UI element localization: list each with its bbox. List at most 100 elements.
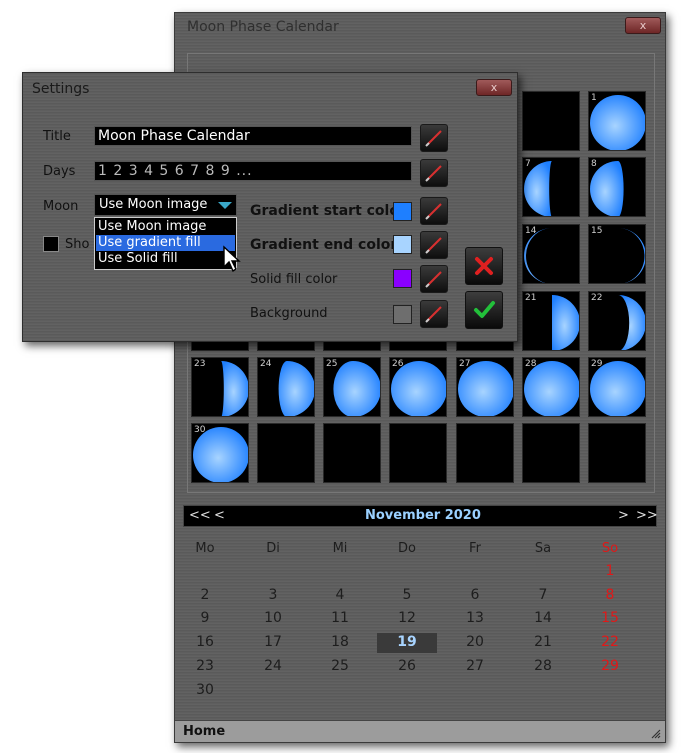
moon-day-cell[interactable] [323, 423, 381, 483]
prev-year-button[interactable]: << [189, 508, 211, 523]
moon-day-cell[interactable]: 7 [522, 157, 580, 217]
day-cell[interactable]: 18 [320, 634, 360, 650]
moon-style-select[interactable]: Use Moon image [94, 194, 237, 216]
day-cell[interactable]: 23 [185, 658, 225, 674]
day-cell[interactable]: 30 [185, 682, 225, 698]
moon-day-cell[interactable] [456, 423, 514, 483]
day-cell[interactable]: 29 [590, 658, 630, 674]
background-label: Background [250, 306, 328, 321]
moon-day-cell[interactable] [522, 91, 580, 151]
moon-day-cell[interactable] [389, 423, 447, 483]
day-cell[interactable]: 5 [387, 587, 427, 603]
gradient-end-edit-button[interactable] [420, 231, 448, 259]
next-year-button[interactable]: >> [636, 508, 658, 523]
moon-day-cell[interactable]: 26 [389, 357, 447, 417]
gradient-start-label: Gradient start color [250, 203, 406, 219]
day-cell[interactable]: 2 [185, 587, 225, 603]
moon-phase-icon [552, 295, 579, 350]
day-cell[interactable]: 9 [185, 610, 225, 626]
pen-icon [425, 271, 442, 288]
days-edit-button[interactable] [420, 159, 448, 187]
day-cell[interactable]: 4 [320, 587, 360, 603]
title-input[interactable]: Moon Phase Calendar [94, 126, 412, 146]
moon-day-cell[interactable]: 14 [522, 224, 580, 284]
day-cell[interactable]: 6 [455, 587, 495, 603]
day-cell[interactable]: 17 [253, 634, 293, 650]
option-moon-image[interactable]: Use Moon image [96, 219, 235, 235]
day-cell[interactable]: 3 [253, 587, 293, 603]
day-cell[interactable]: 21 [523, 634, 563, 650]
option-solid-fill[interactable]: Use Solid fill [96, 251, 235, 267]
moon-day-cell[interactable]: 22 [588, 291, 646, 351]
day-cell[interactable]: 7 [523, 587, 563, 603]
title-edit-button[interactable] [420, 124, 448, 152]
day-cell[interactable]: 22 [590, 634, 630, 650]
calendar-header: << < November 2020 > >> [183, 505, 658, 527]
moon-day-cell[interactable]: 1 [588, 91, 646, 151]
close-button[interactable]: x [625, 17, 661, 34]
day-cell[interactable]: 14 [523, 610, 563, 626]
day-cell[interactable]: 27 [455, 658, 495, 674]
days-input[interactable]: 1 2 3 4 5 6 7 8 9 ... [94, 161, 412, 181]
moon-day-cell[interactable]: 15 [588, 224, 646, 284]
moon-day-cell[interactable]: 8 [588, 157, 646, 217]
option-gradient-fill[interactable]: Use gradient fill [96, 235, 235, 251]
weekday-label: Mi [332, 541, 348, 556]
gradient-start-swatch[interactable] [393, 202, 412, 221]
weekday-label: Mo [195, 541, 215, 556]
day-cell[interactable]: 11 [320, 610, 360, 626]
moon-day-cell[interactable]: 27 [456, 357, 514, 417]
moon-day-cell[interactable]: 29 [588, 357, 646, 417]
day-cell[interactable]: 15 [590, 610, 630, 626]
moon-day-cell[interactable]: 23 [191, 357, 249, 417]
prev-month-button[interactable]: < [214, 508, 225, 523]
status-home-label[interactable]: Home [183, 724, 225, 739]
moon-day-cell[interactable] [588, 423, 646, 483]
next-month-button[interactable]: > [618, 508, 629, 523]
background-edit-button[interactable] [420, 300, 448, 328]
moon-day-cell[interactable]: 24 [257, 357, 315, 417]
day-cell[interactable]: 8 [590, 587, 630, 603]
resize-grip-icon[interactable] [649, 727, 661, 739]
day-cell[interactable]: 16 [185, 634, 225, 650]
day-cell[interactable]: 25 [320, 658, 360, 674]
gradient-end-label: Gradient end color [250, 237, 398, 253]
close-button[interactable]: x [476, 79, 512, 96]
day-cell[interactable]: 24 [253, 658, 293, 674]
mouse-cursor-icon [223, 245, 241, 273]
gradient-end-swatch[interactable] [393, 235, 412, 254]
moon-day-cell[interactable] [522, 423, 580, 483]
moon-phase-icon [333, 361, 380, 416]
day-cell[interactable]: 1 [590, 563, 630, 579]
moon-phase-icon [618, 228, 645, 283]
weekday-label: Fr [469, 541, 481, 556]
moon-phase-icon [524, 361, 579, 416]
moon-day-cell[interactable]: 25 [323, 357, 381, 417]
weekday-label: So [601, 541, 619, 556]
day-cell[interactable]: 13 [455, 610, 495, 626]
settings-dialog: Settings x Title Moon Phase Calendar Day… [22, 72, 518, 342]
solid-fill-swatch[interactable] [393, 269, 412, 288]
cancel-button[interactable] [465, 247, 503, 285]
moon-day-cell[interactable]: 30 [191, 423, 249, 483]
moon-phase-icon [458, 361, 513, 416]
moon-phase-icon [524, 228, 552, 283]
moon-day-cell[interactable]: 28 [522, 357, 580, 417]
ok-button[interactable] [465, 291, 503, 329]
moon-phase-icon [590, 161, 624, 216]
solid-fill-edit-button[interactable] [420, 265, 448, 293]
day-cell[interactable]: 12 [387, 610, 427, 626]
day-cell[interactable]: 20 [455, 634, 495, 650]
day-cell[interactable]: 28 [523, 658, 563, 674]
day-cell[interactable]: 26 [387, 658, 427, 674]
moon-day-cell[interactable]: 21 [522, 291, 580, 351]
moon-day-cell[interactable] [257, 423, 315, 483]
show-checkbox[interactable] [43, 236, 59, 252]
gradient-start-edit-button[interactable] [420, 197, 448, 225]
background-swatch[interactable] [393, 305, 412, 324]
title-label: Title [43, 129, 71, 144]
day-cell[interactable]: 19 [387, 634, 427, 650]
pen-icon [425, 306, 442, 323]
day-cell[interactable]: 10 [253, 610, 293, 626]
status-bar: Home [175, 720, 665, 742]
